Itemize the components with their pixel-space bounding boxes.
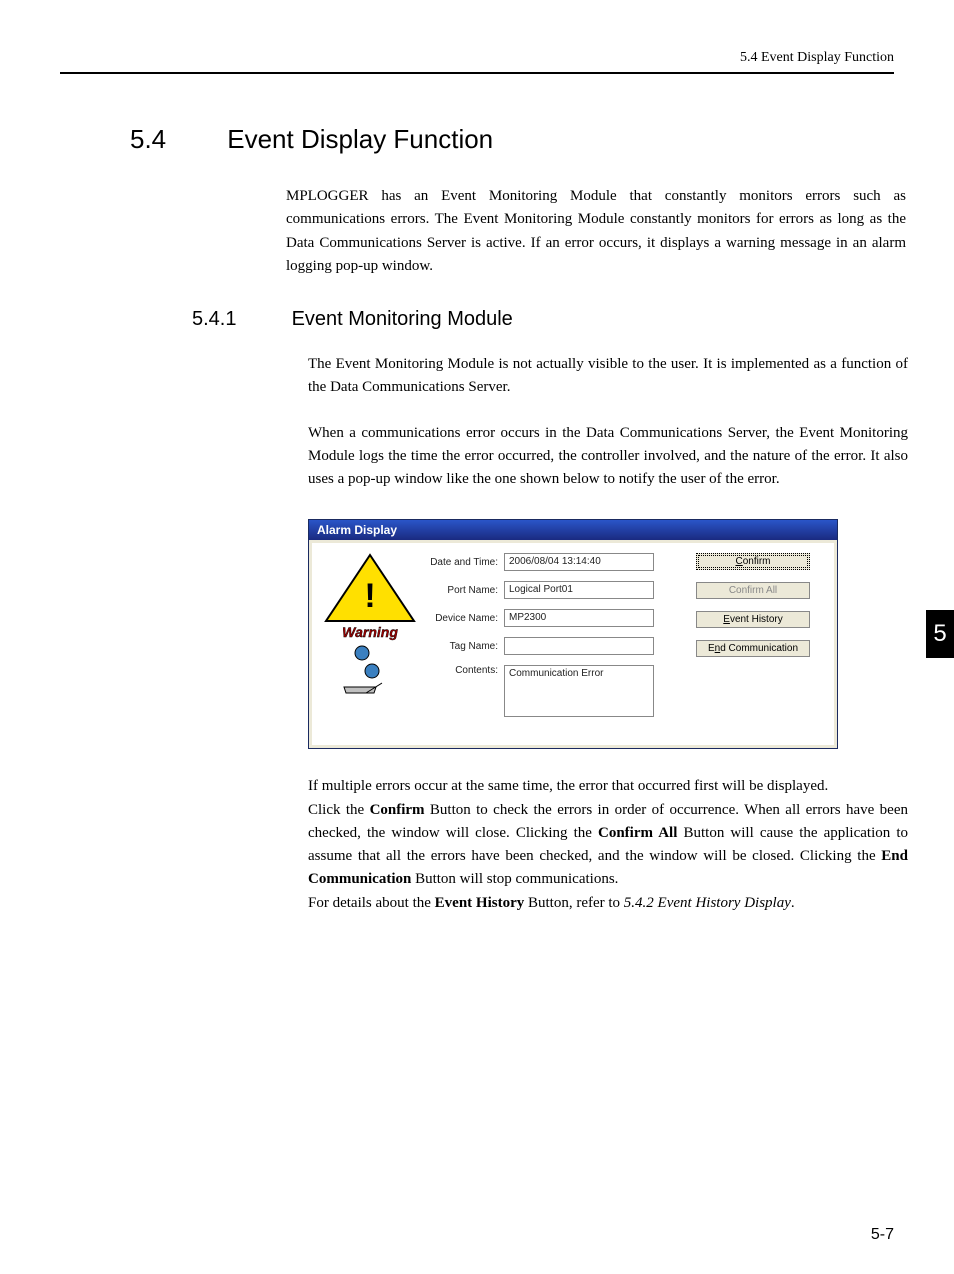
contents-value: Communication Error: [504, 665, 654, 717]
section-title: 5.4 Event Display Function: [130, 124, 894, 155]
tag-label: Tag Name:: [428, 641, 504, 652]
device-label: Device Name:: [428, 613, 504, 624]
section-name: Event Display Function: [227, 124, 493, 154]
port-value: Logical Port01: [504, 581, 654, 599]
intro-paragraph: MPLOGGER has an Event Monitoring Module …: [286, 185, 906, 278]
port-label: Port Name:: [428, 585, 504, 596]
end-communication-button[interactable]: End Communication: [696, 640, 810, 657]
warning-icon: ! Warning: [322, 553, 418, 727]
section-number: 5.4: [130, 124, 220, 155]
sub-paragraph-2: When a communications error occurs in th…: [308, 422, 908, 492]
datetime-value: 2006/08/04 13:14:40: [504, 553, 654, 571]
tag-value: [504, 637, 654, 655]
page-number: 5-7: [871, 1226, 894, 1244]
after-paragraph: If multiple errors occur at the same tim…: [308, 775, 908, 915]
svg-text:!: !: [364, 577, 375, 615]
contents-label: Contents:: [428, 665, 504, 676]
subsection-number: 5.4.1: [192, 308, 286, 331]
chapter-tab: 5: [926, 610, 954, 658]
device-value: MP2300: [504, 609, 654, 627]
page-header: 5.4 Event Display Function: [60, 50, 894, 74]
datetime-label: Date and Time:: [428, 557, 504, 568]
event-history-button[interactable]: Event History: [696, 611, 810, 628]
subsection-title: 5.4.1 Event Monitoring Module: [192, 308, 894, 331]
confirm-button[interactable]: Confirm: [696, 553, 810, 570]
alarm-fields: Date and Time: 2006/08/04 13:14:40 Port …: [418, 553, 684, 727]
sub-paragraph-1: The Event Monitoring Module is not actua…: [308, 353, 908, 400]
alarm-buttons: Confirm Confirm All Event History End Co…: [684, 553, 824, 727]
alarm-titlebar: Alarm Display: [309, 520, 837, 540]
confirm-all-button[interactable]: Confirm All: [696, 582, 810, 599]
subsection-name: Event Monitoring Module: [292, 308, 513, 330]
alarm-display-window: Alarm Display ! Warning Date and Time: 2…: [308, 519, 838, 749]
warning-text: Warning: [342, 624, 398, 640]
